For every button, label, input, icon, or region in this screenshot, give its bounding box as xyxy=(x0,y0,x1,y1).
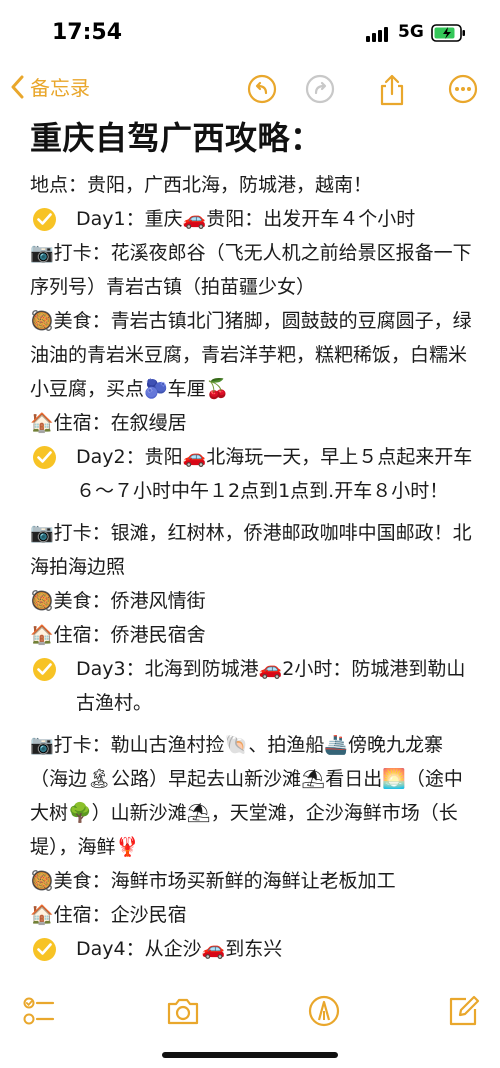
redo-button[interactable] xyxy=(304,73,336,105)
pen-tip-icon xyxy=(308,995,340,1027)
note-line-day3-food[interactable]: 🥘美食：海鲜市场买新鲜的海鲜让老板加工 xyxy=(30,864,480,898)
share-icon xyxy=(380,74,404,106)
status-bar: 17:54 5G xyxy=(0,0,500,66)
camera-button[interactable] xyxy=(166,994,200,1028)
compose-icon xyxy=(449,995,480,1026)
note-line-day1-food[interactable]: 🥘美食：青岩古镇北门猪脚，圆鼓鼓的豆腐圆子，绿油油的青岩米豆腐，青岩洋芋粑，糕粑… xyxy=(30,304,480,406)
checkmark-icon[interactable] xyxy=(33,938,56,961)
checklist-label: Day2：贵阳🚗北海玩一天，早上５点起来开车６～７小时中午１2点到1点到.开车８… xyxy=(76,446,473,502)
more-button[interactable] xyxy=(447,73,479,105)
checkmark-icon[interactable] xyxy=(33,658,56,681)
checkmark-icon[interactable] xyxy=(33,208,56,231)
status-time: 17:54 xyxy=(52,20,123,45)
note-line-locations[interactable]: 地点：贵阳，广西北海，防城港，越南！ xyxy=(30,168,480,202)
signal-icon xyxy=(366,26,392,46)
back-label: 备忘录 xyxy=(30,76,90,100)
undo-icon xyxy=(247,74,277,104)
checklist-item-day4[interactable]: Day4：从企沙🚗到东兴 xyxy=(30,932,480,966)
note-line-day3-spots[interactable]: 📷打卡：勒山古渔村捡🐚、拍渔船🚢傍晚九龙寨（海边🏝公路）早起去山新沙滩⛱看日出🌅… xyxy=(30,728,480,864)
bottom-toolbar xyxy=(0,990,500,1034)
checklist-item-day3[interactable]: Day3：北海到防城港🚗2小时：防城港到勒山古渔村。 xyxy=(30,652,480,720)
more-icon xyxy=(448,74,478,104)
checklist-icon xyxy=(23,997,55,1025)
checklist-button[interactable] xyxy=(22,994,56,1028)
chevron-left-icon xyxy=(11,75,24,98)
markup-button[interactable] xyxy=(307,994,341,1028)
note-line-day2-food[interactable]: 🥘美食：侨港风情街 xyxy=(30,584,480,618)
nav-bar: 备忘录 xyxy=(0,70,500,110)
note-body[interactable]: 重庆自驾广西攻略： 地点：贵阳，广西北海，防城港，越南！ Day1：重庆🚗贵阳：… xyxy=(30,110,480,966)
note-line-day3-stay[interactable]: 🏠住宿：企沙民宿 xyxy=(30,898,480,932)
note-line-day2-stay[interactable]: 🏠住宿：侨港民宿舍 xyxy=(30,618,480,652)
checklist-label: Day1：重庆🚗贵阳：出发开车４个小时 xyxy=(76,208,416,230)
home-indicator[interactable] xyxy=(162,1052,338,1058)
back-button[interactable]: 备忘录 xyxy=(10,72,90,101)
checkmark-icon[interactable] xyxy=(33,446,56,469)
note-title[interactable]: 重庆自驾广西攻略： xyxy=(30,114,480,162)
checklist-item-day2[interactable]: Day2：贵阳🚗北海玩一天，早上５点起来开车６～７小时中午１2点到1点到.开车８… xyxy=(30,440,480,508)
undo-button[interactable] xyxy=(246,73,278,105)
battery-icon xyxy=(431,24,467,46)
note-line-day1-spots[interactable]: 📷打卡：花溪夜郎谷（飞无人机之前给景区报备一下序列号）青岩古镇（拍苗疆少女） xyxy=(30,236,480,304)
checklist-label: Day4：从企沙🚗到东兴 xyxy=(76,938,283,960)
checklist-label: Day3：北海到防城港🚗2小时：防城港到勒山古渔村。 xyxy=(76,658,466,714)
note-line-day1-stay[interactable]: 🏠住宿：在叙缦居 xyxy=(30,406,480,440)
note-line-day2-spots[interactable]: 📷打卡：银滩，红树林，侨港邮政咖啡中国邮政！北海拍海边照 xyxy=(30,516,480,584)
camera-icon xyxy=(167,998,199,1025)
network-type: 5G xyxy=(398,22,424,42)
redo-icon xyxy=(305,74,335,104)
compose-button[interactable] xyxy=(446,994,480,1028)
share-button[interactable] xyxy=(376,73,408,106)
checklist-item-day1[interactable]: Day1：重庆🚗贵阳：出发开车４个小时 xyxy=(30,202,480,236)
